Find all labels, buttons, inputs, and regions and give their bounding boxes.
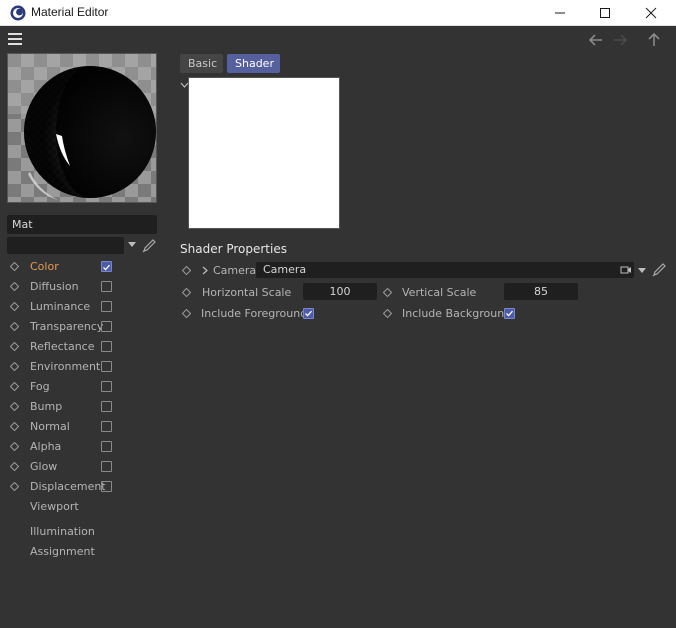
diamond-icon[interactable] bbox=[10, 402, 19, 411]
camera-link-icon[interactable] bbox=[620, 265, 632, 275]
channel-label: Displacement bbox=[30, 480, 106, 493]
eyedropper-icon[interactable] bbox=[141, 238, 157, 254]
include-foreground-label: Include Foreground bbox=[201, 307, 308, 320]
arrow-up-icon[interactable] bbox=[646, 32, 662, 48]
channel-checkbox[interactable] bbox=[101, 401, 112, 412]
maximize-icon bbox=[600, 8, 610, 18]
diamond-icon[interactable] bbox=[10, 282, 19, 291]
channel-checkbox[interactable] bbox=[101, 461, 112, 472]
channel-checkbox[interactable] bbox=[101, 261, 112, 272]
diamond-icon[interactable] bbox=[10, 442, 19, 451]
diamond-icon[interactable] bbox=[10, 322, 19, 331]
section-title: Shader Properties bbox=[180, 242, 287, 256]
diamond-icon[interactable] bbox=[383, 288, 392, 297]
channel-label: Color bbox=[30, 260, 59, 273]
tab-basic[interactable]: Basic bbox=[180, 54, 223, 73]
maximize-button[interactable] bbox=[582, 0, 628, 26]
channel-normal[interactable]: Normal bbox=[0, 417, 170, 437]
eyedropper-icon[interactable] bbox=[651, 262, 667, 278]
channel-label: Luminance bbox=[30, 300, 91, 313]
diamond-icon[interactable] bbox=[182, 309, 191, 318]
diamond-icon[interactable] bbox=[10, 382, 19, 391]
cinema4d-logo-icon bbox=[10, 5, 26, 21]
close-button[interactable] bbox=[628, 0, 674, 26]
camera-field[interactable]: Camera bbox=[256, 262, 634, 278]
channel-checkbox[interactable] bbox=[101, 321, 112, 332]
diamond-icon[interactable] bbox=[10, 342, 19, 351]
channel-luminance[interactable]: Luminance bbox=[0, 297, 170, 317]
channel-fog[interactable]: Fog bbox=[0, 377, 170, 397]
channel-checkbox[interactable] bbox=[101, 361, 112, 372]
minimize-icon bbox=[555, 12, 565, 14]
channel-displacement[interactable]: Displacement bbox=[0, 477, 170, 497]
diamond-icon[interactable] bbox=[10, 482, 19, 491]
diamond-icon[interactable] bbox=[10, 362, 19, 371]
channel-checkbox[interactable] bbox=[101, 481, 112, 492]
channel-label: Bump bbox=[30, 400, 63, 413]
material-name-field[interactable]: Mat bbox=[7, 215, 157, 234]
horizontal-scale-label: Horizontal Scale bbox=[202, 286, 292, 299]
channel-alpha[interactable]: Alpha bbox=[0, 437, 170, 457]
channel-label: Environment bbox=[30, 360, 101, 373]
illumination-item[interactable]: Illumination bbox=[30, 525, 95, 538]
diamond-icon[interactable] bbox=[10, 462, 19, 471]
channel-bump[interactable]: Bump bbox=[0, 397, 170, 417]
diamond-icon[interactable] bbox=[182, 288, 191, 297]
channel-label: Normal bbox=[30, 420, 70, 433]
include-foreground-checkbox[interactable] bbox=[303, 308, 314, 319]
viewport-item[interactable]: Viewport bbox=[30, 500, 79, 513]
channel-label: Reflectance bbox=[30, 340, 95, 353]
diamond-icon[interactable] bbox=[182, 266, 191, 275]
diamond-icon[interactable] bbox=[383, 309, 392, 318]
channel-label: Fog bbox=[30, 380, 50, 393]
channel-environment[interactable]: Environment bbox=[0, 357, 170, 377]
channel-label: Alpha bbox=[30, 440, 62, 453]
title-bar: Material Editor bbox=[0, 0, 676, 26]
arrow-right-icon[interactable] bbox=[612, 32, 628, 48]
diamond-icon[interactable] bbox=[10, 302, 19, 311]
chevron-right-icon[interactable] bbox=[202, 266, 208, 275]
assignment-item[interactable]: Assignment bbox=[30, 545, 95, 558]
chevron-down-icon[interactable] bbox=[128, 242, 136, 247]
channel-label: Diffusion bbox=[30, 280, 79, 293]
channel-checkbox[interactable] bbox=[101, 381, 112, 392]
checkmark-icon bbox=[506, 310, 513, 317]
minimize-button[interactable] bbox=[537, 0, 583, 26]
diamond-icon[interactable] bbox=[10, 262, 19, 271]
chevron-down-icon[interactable] bbox=[638, 268, 646, 273]
channel-checkbox[interactable] bbox=[101, 421, 112, 432]
window-edge bbox=[672, 340, 676, 460]
channel-label: Glow bbox=[30, 460, 58, 473]
checkmark-icon bbox=[305, 310, 312, 317]
channel-reflectance[interactable]: Reflectance bbox=[0, 337, 170, 357]
channel-color[interactable]: Color bbox=[0, 257, 170, 277]
hamburger-menu-icon[interactable] bbox=[8, 33, 22, 45]
diamond-icon[interactable] bbox=[10, 422, 19, 431]
checkmark-icon bbox=[103, 264, 110, 271]
channel-transparency[interactable]: Transparency bbox=[0, 317, 170, 337]
vertical-scale-label: Vertical Scale bbox=[402, 286, 477, 299]
tab-shader[interactable]: Shader bbox=[227, 54, 280, 73]
camera-label: Camera bbox=[213, 264, 257, 277]
layer-dropdown[interactable] bbox=[7, 237, 124, 254]
arrow-left-icon[interactable] bbox=[588, 32, 604, 48]
channel-glow[interactable]: Glow bbox=[0, 457, 170, 477]
shader-preview bbox=[188, 77, 340, 229]
horizontal-scale-field[interactable]: 100 bbox=[303, 283, 377, 300]
include-background-label: Include Background bbox=[402, 307, 512, 320]
channel-checkbox[interactable] bbox=[101, 281, 112, 292]
include-background-checkbox[interactable] bbox=[504, 308, 515, 319]
channel-checkbox[interactable] bbox=[101, 301, 112, 312]
channel-checkbox[interactable] bbox=[101, 441, 112, 452]
preview-sphere-image bbox=[8, 54, 156, 202]
window-title: Material Editor bbox=[31, 5, 109, 19]
close-icon bbox=[645, 7, 657, 19]
channel-checkbox[interactable] bbox=[101, 341, 112, 352]
vertical-scale-field[interactable]: 85 bbox=[504, 283, 578, 300]
channel-diffusion[interactable]: Diffusion bbox=[0, 277, 170, 297]
material-preview[interactable] bbox=[7, 53, 157, 203]
channel-label: Transparency bbox=[30, 320, 104, 333]
